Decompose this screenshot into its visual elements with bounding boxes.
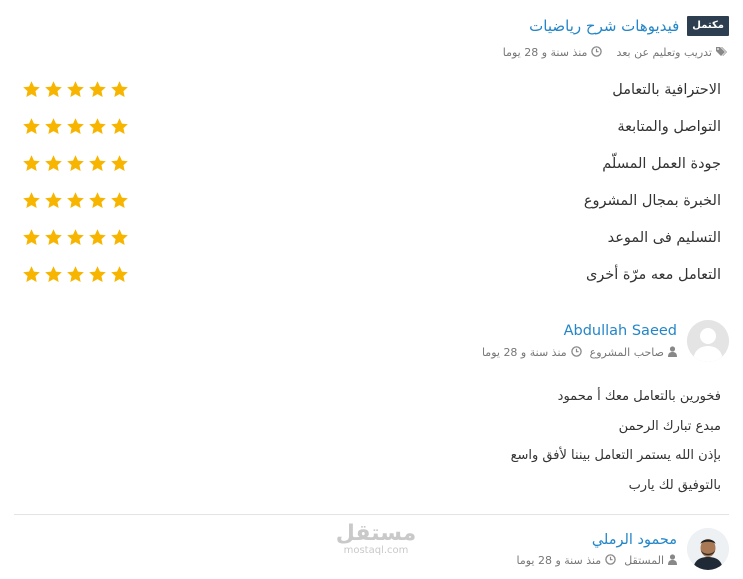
rating-row: التسليم فى الموعد [0,222,743,259]
reviewer-role: صاحب المشروع [589,346,664,359]
freelancer-role: المستقل [624,554,664,567]
star-icon [23,155,40,172]
star-icon [89,155,106,172]
star-icon [45,192,62,209]
star-icon [111,192,128,209]
star-icon [67,118,84,135]
star-icon [23,81,40,98]
star-icon [67,81,84,98]
project-time: منذ سنة و 28 يوما [502,46,588,59]
star-icon [89,266,106,283]
reviewer: Abdullah Saeed صاحب المشروع منذ سنة و 28… [329,320,729,364]
review-line: بالتوفيق لك يارب [628,477,721,493]
star-icon [111,118,128,135]
freelancer-name-link[interactable]: محمود الرملي [592,532,677,548]
star-icon [111,81,128,98]
review-text: فخورين بالتعامل معك أ محمود مبدع تبارك ا… [511,386,721,504]
star-icon [45,155,62,172]
freelancer-meta: المستقل منذ سنة و 28 يوما [516,554,677,567]
star-icon [111,229,128,246]
star-icon [23,266,40,283]
star-icon [45,229,62,246]
watermark-english: mostaql.com [343,545,409,556]
reviewer-meta: صاحب المشروع منذ سنة و 28 يوما [482,346,677,359]
star-icon [111,266,128,283]
star-icon [45,81,62,98]
star-icon [67,229,84,246]
rating-row: الخبرة بمجال المشروع [0,185,743,222]
reviewer-time: منذ سنة و 28 يوما [481,346,567,359]
project-title-link[interactable]: فيديوهات شرح رياضيات [529,17,679,35]
star-icon [67,155,84,172]
star-rating [22,117,129,136]
project-meta: تدريب وتعليم عن بعد منذ سنة و 28 يوما [503,46,729,59]
star-icon [23,192,40,209]
rating-label: الاحترافية بالتعامل [612,82,721,98]
review-line: بإذن الله يستمر التعامل بيننا لأفق واسع [510,448,721,463]
star-icon [23,229,40,246]
rating-label: التسليم فى الموعد [607,230,721,246]
rating-row: التواصل والمتابعة [0,111,743,148]
clock-icon [605,554,616,567]
watermark-arabic: مستقل [335,521,417,546]
star-icon [67,266,84,283]
reviewer-name-link[interactable]: Abdullah Saeed [564,323,677,339]
rating-label: التواصل والمتابعة [617,119,721,135]
divider [14,514,729,515]
star-rating [22,228,129,247]
clock-icon [591,46,603,59]
star-icon [89,229,106,246]
review-line: فخورين بالتعامل معك أ محمود [557,389,721,404]
star-rating [22,154,129,173]
project-header: مكتمل فيديوهات شرح رياضيات [529,16,729,36]
star-icon [45,118,62,135]
review-line: مبدع تبارك الرحمن [618,418,721,434]
star-icon [111,155,128,172]
star-icon [89,118,106,135]
user-icon [668,554,677,567]
freelancer-time: منذ سنة و 28 يوما [516,554,602,567]
avatar[interactable] [687,528,729,570]
avatar[interactable] [687,320,729,362]
rating-label: التعامل معه مرّة أخرى [585,267,721,283]
tags-icon [716,46,729,59]
ratings-list: الاحترافية بالتعامل التواصل والمتابعة جو… [0,74,743,296]
rating-row: جودة العمل المسلّم [0,148,743,185]
star-icon [89,192,106,209]
star-rating [22,265,129,284]
status-badge: مكتمل [687,16,729,36]
rating-label: جودة العمل المسلّم [602,156,721,172]
star-rating [22,80,129,99]
rating-row: الاحترافية بالتعامل [0,74,743,111]
star-icon [89,81,106,98]
rating-label: الخبرة بمجال المشروع [583,193,721,209]
clock-icon [570,346,582,359]
star-rating [22,191,129,210]
star-icon [67,192,84,209]
rating-row: التعامل معه مرّة أخرى [0,259,743,296]
star-icon [23,118,40,135]
user-icon [668,346,677,359]
default-user-icon [687,320,729,362]
watermark-logo: مستقل mostaql.com [326,522,426,556]
project-category[interactable]: تدريب وتعليم عن بعد [616,46,712,59]
freelancer-photo [687,528,729,570]
star-icon [45,266,62,283]
